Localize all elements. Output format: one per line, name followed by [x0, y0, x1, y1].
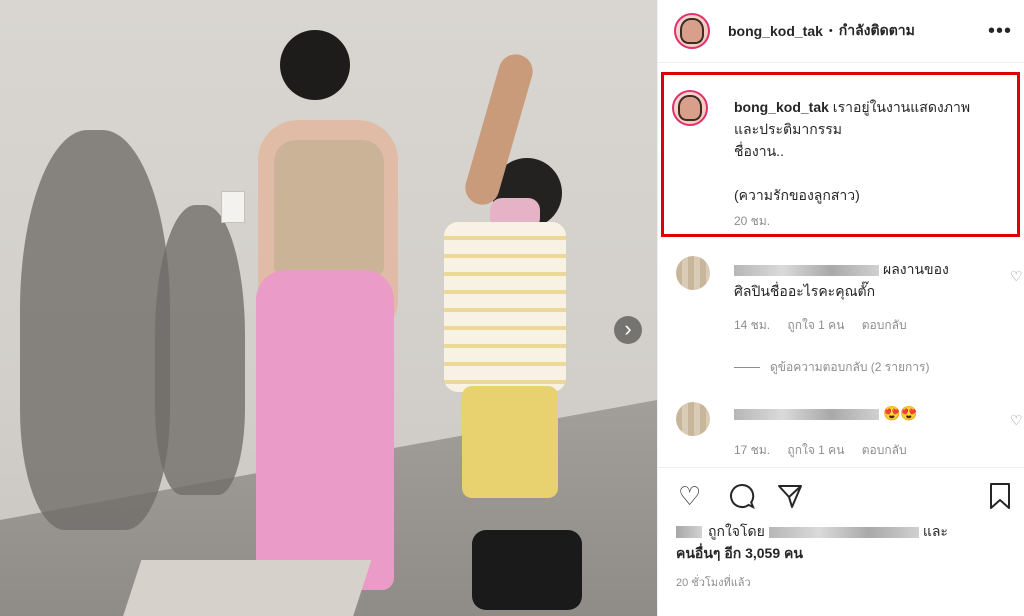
caption-time[interactable]: 20 ชม.: [734, 212, 770, 231]
blurred-username[interactable]: [734, 264, 879, 276]
likes-summary: ถูกใจโดย และ คนอื่นๆ อีก 3,059 คน: [676, 520, 996, 564]
caption-line-4: (ความรักของลูกสาว): [734, 187, 860, 203]
comment-text-line-1: 😍😍: [883, 405, 918, 421]
comment-text-line-2: ศิลปินชื่ออะไรคะคุณตั๊ก: [734, 283, 876, 299]
header-username[interactable]: bong_kod_tak: [728, 23, 823, 39]
avatar[interactable]: [676, 402, 710, 436]
comment-time[interactable]: 17 ชม.: [734, 443, 770, 457]
avatar[interactable]: [674, 13, 710, 49]
caption-line-2: และประติมากรรม: [734, 121, 842, 137]
boy-shoes: [472, 530, 582, 610]
separator-dot: •: [828, 25, 833, 37]
avatar[interactable]: [676, 256, 710, 290]
view-replies[interactable]: ดูข้อความตอบกลับ (2 รายการ): [734, 358, 929, 377]
share-icon[interactable]: [776, 482, 804, 515]
caption-line-3: ชื่องาน..: [734, 143, 784, 159]
comment-meta: 17 ชม. ถูกใจ 1 คน ตอบกลับ: [734, 441, 921, 460]
wall-shadow: [155, 205, 245, 495]
comment-time[interactable]: 14 ชม.: [734, 318, 770, 332]
comment-text: 😍😍: [734, 402, 984, 424]
comment-meta: 14 ชม. ถูกใจ 1 คน ตอบกลับ: [734, 316, 921, 335]
share-icon-svg: [778, 485, 802, 508]
caption-username[interactable]: bong_kod_tak: [734, 99, 829, 115]
avatar-image: [680, 18, 704, 44]
more-icon[interactable]: •••: [988, 20, 1012, 43]
blurred-username[interactable]: [734, 408, 879, 420]
liked-by-others[interactable]: คนอื่นๆ อีก 3,059 คน: [676, 545, 803, 561]
follow-status[interactable]: กำลังติดตาม: [839, 20, 915, 42]
post-photo[interactable]: ›: [0, 0, 657, 616]
heart-icon[interactable]: ♡: [1010, 268, 1023, 285]
post-timestamp[interactable]: 20 ชั่วโมงที่แล้ว: [676, 573, 751, 591]
post-header: bong_kod_tak • กำลังติดตาม •••: [658, 0, 1024, 63]
avatar[interactable]: [676, 526, 702, 539]
reply-button[interactable]: ตอบกลับ: [862, 443, 907, 457]
comment-text-line-1: ผลงานของ: [883, 261, 949, 277]
caption-line-1: เราอยู่ในงานแสดงภาพ: [832, 99, 971, 115]
woman-figure: [280, 30, 350, 100]
bookmark-icon[interactable]: [988, 482, 1012, 515]
reply-button[interactable]: ตอบกลับ: [862, 318, 907, 332]
liked-by-suffix: และ: [922, 523, 948, 539]
bookmark-icon-svg: [990, 483, 1010, 509]
wall-shadow: [20, 130, 170, 530]
view-replies-label: ดูข้อความตอบกลับ (2 รายการ): [770, 360, 930, 374]
heart-icon[interactable]: ♡: [1010, 412, 1023, 429]
woman-pants: [256, 270, 394, 590]
blurred-username[interactable]: [768, 526, 919, 538]
heart-icon[interactable]: ♡: [678, 482, 701, 510]
comment-icon-svg: [730, 483, 755, 509]
post-sidebar: bong_kod_tak • กำลังติดตาม ••• bong_kod_…: [657, 0, 1024, 616]
boy-shorts: [462, 386, 558, 498]
comment-likes[interactable]: ถูกใจ 1 คน: [787, 318, 844, 332]
sculpture: [118, 560, 372, 616]
divider: [734, 367, 760, 369]
chevron-right-icon: ›: [624, 316, 632, 341]
caption-avatar[interactable]: [672, 90, 708, 126]
liked-by-prefix: ถูกใจโดย: [708, 523, 765, 539]
comment-likes[interactable]: ถูกใจ 1 คน: [787, 443, 844, 457]
comment-text: ผลงานของ ศิลปินชื่ออะไรคะคุณตั๊ก: [734, 258, 984, 302]
avatar-image: [678, 95, 702, 121]
action-bar: ♡: [658, 467, 1024, 528]
boy-shirt: [444, 222, 566, 392]
wall-plaque: [221, 191, 245, 223]
comment-icon[interactable]: [728, 482, 756, 515]
next-photo-button[interactable]: ›: [614, 316, 642, 344]
caption-text: bong_kod_tak เราอยู่ในงานแสดงภาพ และประต…: [734, 96, 1004, 206]
